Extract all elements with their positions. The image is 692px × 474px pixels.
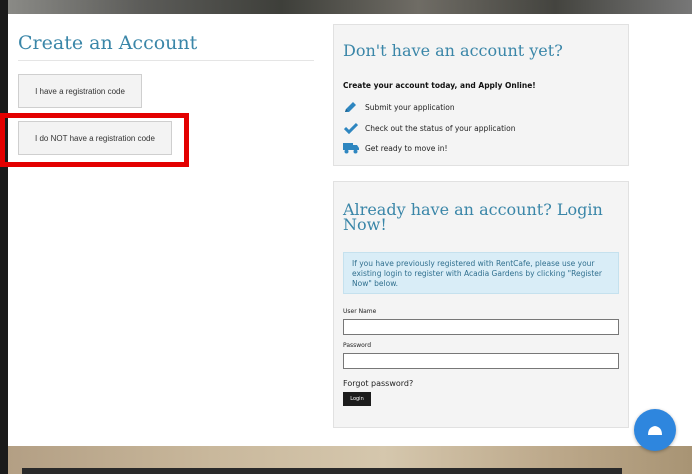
truck-icon: [343, 142, 359, 154]
create-account-title: Create an Account: [18, 32, 198, 54]
chevron-up-icon: [647, 421, 663, 440]
title-divider: [18, 60, 314, 61]
pencil-icon: [343, 101, 359, 113]
login-panel: Already have an account? Login Now! If y…: [333, 181, 629, 428]
feature-submit: Submit your application: [343, 101, 455, 113]
promo-subtitle: Create your account today, and Apply Onl…: [343, 81, 536, 90]
signup-promo-panel: Don't have an account yet? Create your a…: [333, 24, 629, 166]
have-registration-code-button[interactable]: I have a registration code: [18, 74, 142, 108]
red-highlight-box: [0, 113, 189, 167]
scroll-to-top-button[interactable]: [634, 409, 676, 451]
forgot-password-link[interactable]: Forgot password?: [343, 379, 413, 388]
username-label: User Name: [343, 308, 377, 315]
login-info-message: If you have previously registered with R…: [343, 252, 619, 294]
feature-status: Check out the status of your application: [343, 122, 515, 134]
feature-text: Submit your application: [365, 102, 455, 112]
feature-text: Check out the status of your application: [365, 123, 516, 133]
login-title: Already have an account? Login Now!: [343, 200, 603, 234]
feature-text: Get ready to move in!: [365, 143, 448, 153]
feature-move-in: Get ready to move in!: [343, 142, 448, 154]
checkmark-icon: [343, 122, 359, 134]
password-input[interactable]: [343, 353, 619, 369]
promo-title: Don't have an account yet?: [343, 41, 563, 60]
header-photo-strip: [8, 0, 692, 14]
username-input[interactable]: [343, 319, 619, 335]
login-button[interactable]: Login: [343, 392, 371, 406]
footer-bar: [22, 468, 622, 474]
window-left-edge: [0, 0, 8, 474]
password-label: Password: [343, 342, 372, 349]
